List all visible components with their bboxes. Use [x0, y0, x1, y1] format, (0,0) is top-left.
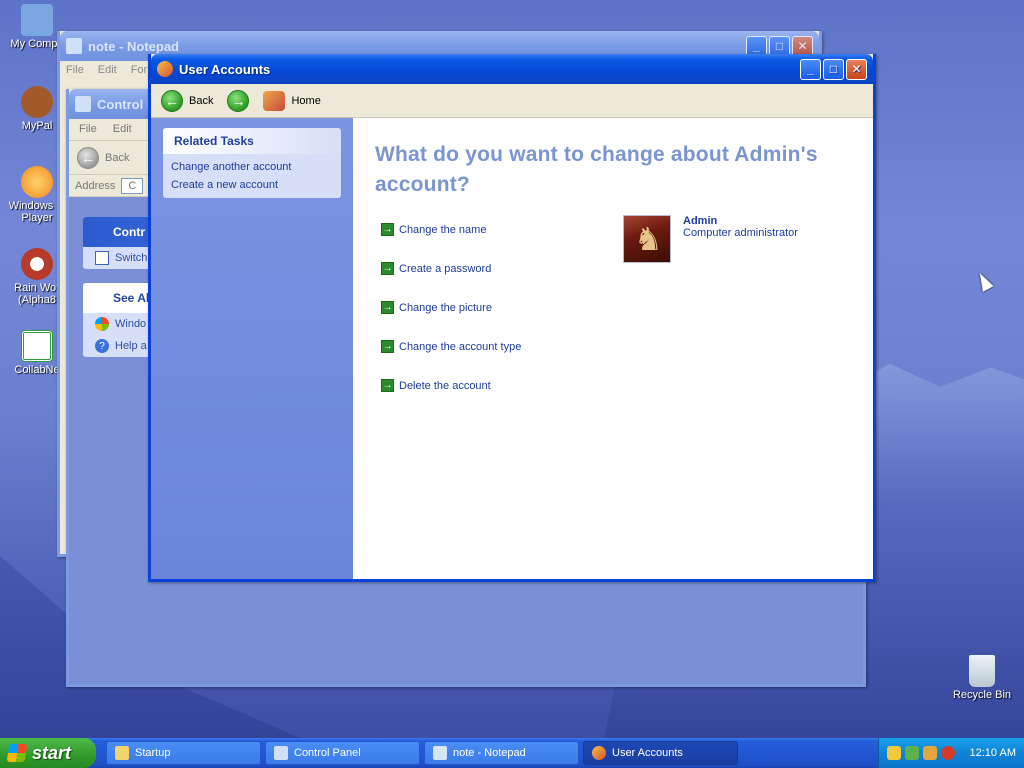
- chess-account-picture: [623, 215, 671, 263]
- task-list: → Change the name → Create a password → …: [381, 210, 521, 405]
- user-accounts-content: Related Tasks Change another account Cre…: [151, 118, 994, 579]
- green-arrow-icon: →: [381, 262, 394, 275]
- back-arrow-icon: ←: [161, 89, 183, 112]
- mouse-cursor-icon: [974, 270, 994, 292]
- taskbar-button-control-panel[interactable]: Control Panel: [265, 741, 420, 765]
- minimize-button[interactable]: _: [800, 58, 821, 80]
- taskbar-button-label: Startup: [135, 747, 171, 759]
- windows-logo-icon: [6, 744, 28, 762]
- home-button[interactable]: Home: [259, 89, 324, 113]
- media-player-icon: [21, 166, 53, 198]
- folder-icon: [115, 746, 129, 760]
- account-name: Admin: [683, 215, 718, 227]
- switch-icon: [95, 251, 109, 265]
- taskbar-button-user-accounts[interactable]: User Accounts: [583, 741, 738, 765]
- change-picture-link[interactable]: → Change the picture: [381, 288, 521, 327]
- clock[interactable]: 12:10 AM: [970, 747, 1016, 759]
- taskbar-button-notepad[interactable]: note - Notepad: [424, 741, 579, 765]
- create-password-link[interactable]: → Create a password: [381, 249, 521, 288]
- system-tray: 12:10 AM: [878, 738, 1024, 768]
- task-pane: Related Tasks Change another account Cre…: [151, 118, 353, 579]
- desktop-icon-label: Recycle Bin: [952, 689, 1012, 701]
- close-button[interactable]: ✕: [846, 58, 867, 80]
- notepad-icon: [433, 746, 447, 760]
- tool-icon[interactable]: [923, 746, 937, 760]
- task-label: Change the account type: [399, 340, 522, 353]
- collabnet-icon: [21, 330, 53, 362]
- start-label: start: [32, 742, 72, 763]
- mypal-icon: [21, 86, 53, 118]
- user-accounts-window[interactable]: User Accounts _ □ ✕ ← Back → Home Relate…: [148, 54, 994, 582]
- user-accounts-title: User Accounts: [179, 61, 271, 77]
- users-icon: [157, 61, 173, 77]
- taskbar-button-label: note - Notepad: [453, 747, 526, 759]
- green-arrow-icon: →: [381, 340, 394, 353]
- see-also-label: Help a: [115, 340, 147, 352]
- rain-world-icon: [21, 248, 53, 280]
- menu-file[interactable]: File: [79, 123, 97, 136]
- back-label[interactable]: Back: [105, 152, 129, 164]
- desktop-icon-recycle-bin[interactable]: Recycle Bin: [940, 655, 1024, 701]
- main-pane: What do you want to change about Admin's…: [353, 118, 994, 579]
- related-tasks-box: Related Tasks Change another account Cre…: [163, 128, 341, 198]
- navigation-bar: ← Back → Home: [151, 84, 873, 118]
- account-tile: Admin Computer administrator: [623, 215, 798, 263]
- window-controls: _ □ ✕: [800, 58, 867, 80]
- delete-account-link[interactable]: → Delete the account: [381, 366, 521, 405]
- green-arrow-icon: →: [381, 301, 394, 314]
- back-button[interactable]: ← Back: [157, 88, 217, 114]
- green-arrow-icon: →: [381, 379, 394, 392]
- account-info: Admin Computer administrator: [683, 215, 798, 263]
- notepad-icon: [66, 38, 82, 54]
- users-icon: [592, 746, 606, 760]
- change-account-type-link[interactable]: → Change the account type: [381, 327, 521, 366]
- help-icon: ?: [95, 339, 109, 353]
- task-label: Create a password: [399, 262, 492, 275]
- forward-button[interactable]: →: [223, 88, 253, 114]
- windows-update-icon: [95, 317, 109, 331]
- switch-label: Switch: [115, 252, 148, 264]
- taskbar: start Startup Control Panel note - Notep…: [0, 738, 1024, 768]
- taskbar-button-label: Control Panel: [294, 747, 361, 759]
- address-label: Address: [75, 179, 116, 192]
- maximize-button[interactable]: □: [823, 58, 844, 80]
- notepad-title: note - Notepad: [88, 38, 179, 54]
- home-users-icon: [263, 90, 286, 111]
- green-arrow-icon: →: [381, 223, 394, 236]
- security-alert-icon[interactable]: [941, 746, 955, 760]
- taskbar-buttons: Startup Control Panel note - Notepad Use…: [96, 741, 738, 765]
- address-field[interactable]: C: [121, 177, 144, 194]
- taskbar-button-label: User Accounts: [612, 747, 683, 759]
- start-button[interactable]: start: [0, 738, 96, 768]
- forward-arrow-icon: →: [227, 89, 250, 112]
- control-panel-icon: [75, 96, 91, 112]
- change-name-link[interactable]: → Change the name: [381, 210, 521, 249]
- computer-icon: [21, 4, 53, 36]
- recycle-bin-icon: [969, 655, 995, 687]
- control-panel-icon: [274, 746, 288, 760]
- task-label: Change the picture: [399, 301, 492, 314]
- account-type: Computer administrator: [683, 227, 798, 239]
- create-new-account-link[interactable]: Create a new account: [163, 176, 341, 194]
- task-label: Change the name: [399, 223, 487, 236]
- task-label: Delete the account: [399, 379, 491, 392]
- menu-edit[interactable]: Edit: [113, 123, 132, 136]
- shield-icon[interactable]: [887, 746, 901, 760]
- home-label: Home: [291, 94, 321, 107]
- see-also-label: Windo: [115, 318, 147, 330]
- page-title: What do you want to change about Admin's…: [375, 143, 818, 196]
- menu-edit[interactable]: Edit: [98, 64, 117, 78]
- change-another-account-link[interactable]: Change another account: [163, 158, 341, 176]
- network-icon[interactable]: [905, 746, 919, 760]
- related-tasks-title: Related Tasks: [163, 128, 341, 154]
- taskbar-button-startup[interactable]: Startup: [106, 741, 261, 765]
- back-arrow-icon[interactable]: ←: [77, 146, 99, 169]
- user-accounts-titlebar[interactable]: User Accounts _ □ ✕: [151, 54, 873, 84]
- back-label: Back: [189, 94, 214, 107]
- control-panel-title: Control P: [97, 96, 156, 112]
- menu-file[interactable]: File: [66, 64, 84, 78]
